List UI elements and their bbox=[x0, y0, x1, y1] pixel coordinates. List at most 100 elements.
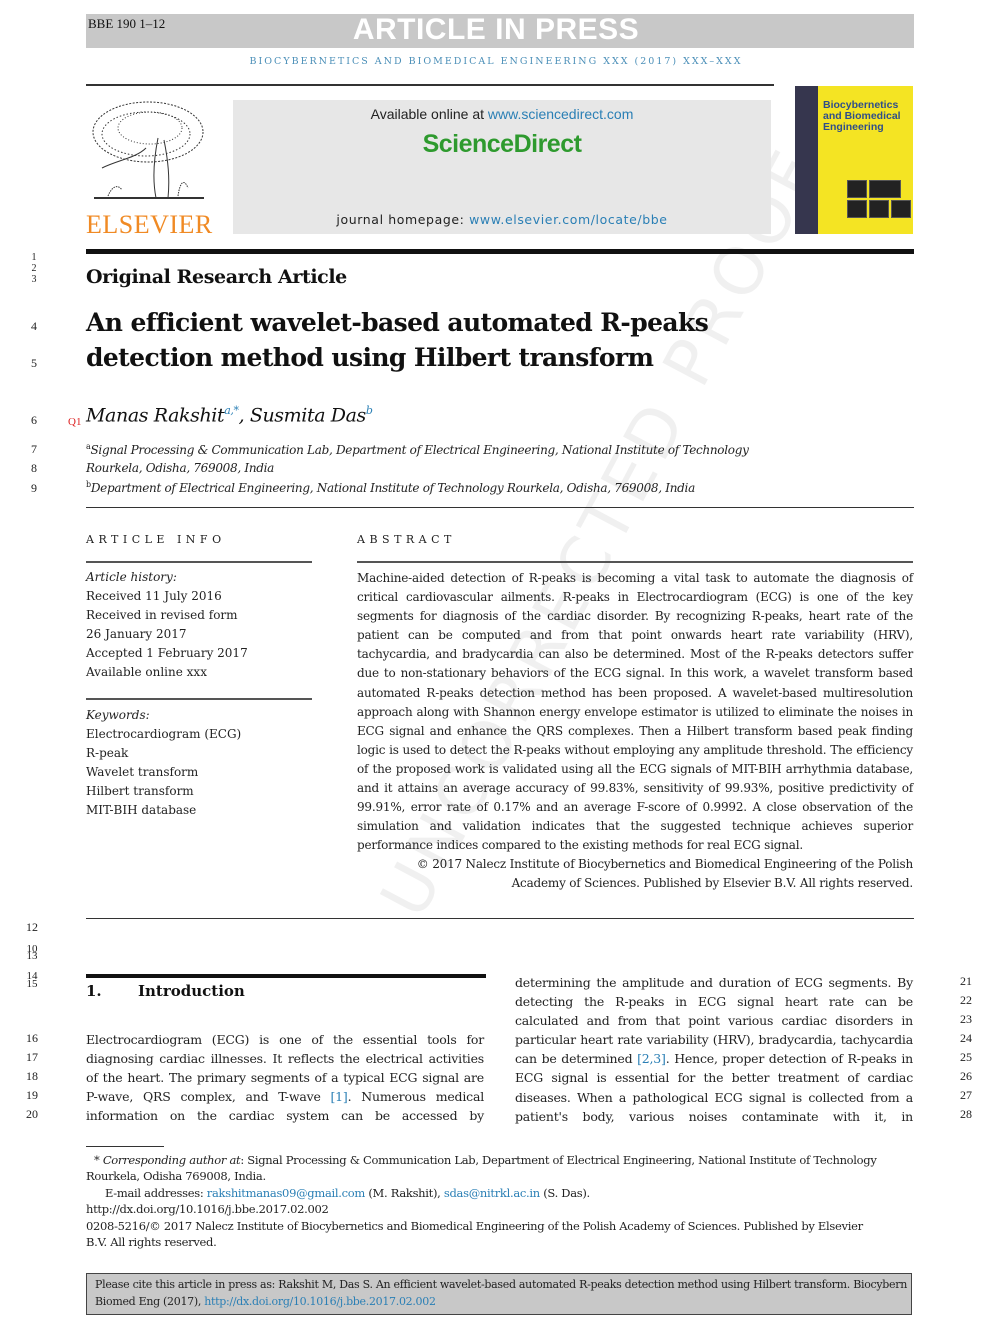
keywords-label: Keywords: bbox=[86, 708, 150, 722]
history-item: Received in revised form bbox=[86, 608, 238, 622]
email-link[interactable]: sdas@nitrkl.ac.in bbox=[444, 1186, 540, 1200]
elsevier-wordmark: ELSEVIER bbox=[86, 210, 213, 239]
author-affiliation-marker[interactable]: b bbox=[366, 404, 373, 417]
line-number: 3 bbox=[31, 274, 37, 285]
article-type: Original Research Article bbox=[86, 266, 347, 288]
history-item: Accepted 1 February 2017 bbox=[86, 646, 248, 660]
corresponding-author-note: * Corresponding author at: Signal Proces… bbox=[94, 1153, 877, 1167]
history-label: Article history: bbox=[86, 570, 177, 584]
divider bbox=[86, 561, 312, 563]
line-number: 22 bbox=[960, 993, 972, 1007]
homepage-link[interactable]: www.elsevier.com/locate/bbe bbox=[469, 212, 668, 227]
sciencedirect-logo[interactable]: ScienceDirect bbox=[233, 130, 771, 159]
author-separator: , bbox=[238, 404, 250, 427]
keyword: Hilbert transform bbox=[86, 784, 194, 798]
reference-link[interactable]: [2,3] bbox=[637, 1051, 666, 1066]
homepage-label: journal homepage: bbox=[336, 212, 470, 227]
line-number: 5 bbox=[31, 356, 37, 370]
section-title: Introduction bbox=[138, 982, 245, 1000]
affiliation-a-cont: Rourkela, Odisha, 769008, India bbox=[86, 461, 275, 475]
divider bbox=[86, 507, 914, 508]
article-title-line: detection method using Hilbert transform bbox=[86, 343, 654, 372]
line-number: 27 bbox=[960, 1088, 972, 1102]
line-number: 26 bbox=[960, 1069, 972, 1083]
journal-homepage: journal homepage: www.elsevier.com/locat… bbox=[233, 212, 771, 227]
intro-right-column: determining the amplitude and duration o… bbox=[515, 973, 913, 1126]
divider bbox=[86, 698, 312, 700]
reference-link[interactable]: [1] bbox=[331, 1089, 348, 1104]
line-number: 28 bbox=[960, 1107, 972, 1121]
sciencedirect-link[interactable]: www.sciencedirect.com bbox=[488, 106, 634, 122]
divider bbox=[86, 918, 914, 919]
line-number: 19 bbox=[26, 1088, 38, 1102]
line-number: 1 bbox=[31, 252, 37, 263]
footnote-label: Corresponding author at bbox=[102, 1153, 241, 1167]
email-addresses: E-mail addresses: rakshitmanas09@gmail.c… bbox=[105, 1186, 590, 1200]
footnote-marker: * bbox=[94, 1153, 100, 1167]
citation-text: Please cite this article in press as: Ra… bbox=[95, 1277, 907, 1310]
copyright-line: © 2017 Nalecz Institute of Biocybernetic… bbox=[416, 857, 913, 871]
line-number: 15 bbox=[26, 978, 38, 990]
line-number: 13 bbox=[26, 950, 38, 962]
line-number: 4 bbox=[31, 319, 37, 333]
email-owner: (S. Das). bbox=[539, 1186, 590, 1200]
line-number: 12 bbox=[26, 920, 38, 934]
keyword: R-peak bbox=[86, 746, 129, 760]
footnote-rule bbox=[86, 1146, 164, 1147]
section-rule bbox=[86, 974, 486, 978]
affiliation-text: Signal Processing & Communication Lab, D… bbox=[90, 443, 749, 457]
line-number: 20 bbox=[26, 1107, 38, 1121]
tree-icon bbox=[92, 101, 204, 199]
line-number: 18 bbox=[26, 1069, 38, 1083]
citation-doi-link[interactable]: http://dx.doi.org/10.1016/j.bbe.2017.02.… bbox=[204, 1295, 436, 1308]
email-link[interactable]: rakshitmanas09@gmail.com bbox=[207, 1186, 366, 1200]
keyword: MIT-BIH database bbox=[86, 803, 197, 817]
author-name[interactable]: Manas Rakshit bbox=[86, 404, 225, 426]
history-item: 26 January 2017 bbox=[86, 627, 187, 641]
abstract-heading: ABSTRACT bbox=[357, 533, 456, 546]
query-marker[interactable]: Q1 bbox=[68, 416, 81, 428]
abstract-body: Machine-aided detection of R-peaks is be… bbox=[357, 571, 913, 853]
keyword: Electrocardiogram (ECG) bbox=[86, 727, 242, 741]
affiliation-text: Department of Electrical Engineering, Na… bbox=[90, 481, 695, 495]
cover-image bbox=[847, 200, 867, 218]
available-label: Available online at bbox=[370, 106, 488, 122]
line-number: 25 bbox=[960, 1050, 972, 1064]
cover-spine bbox=[795, 86, 818, 234]
affiliation-a: aSignal Processing & Communication Lab, … bbox=[86, 442, 749, 457]
cover-image bbox=[869, 200, 889, 218]
email-owner: (M. Rakshit), bbox=[365, 1186, 444, 1200]
article-info-heading: ARTICLE INFO bbox=[86, 533, 226, 546]
affiliation-b: bDepartment of Electrical Engineering, N… bbox=[86, 480, 695, 495]
cover-title-line: Engineering bbox=[823, 121, 884, 133]
cover-image bbox=[891, 200, 911, 218]
history-item: Received 11 July 2016 bbox=[86, 589, 222, 603]
line-number: 23 bbox=[960, 1012, 972, 1026]
banner-title: ARTICLE IN PRESS bbox=[352, 13, 640, 46]
cover-title: Biocybernetics and Biomedical Engineerin… bbox=[823, 100, 913, 133]
journal-cover-thumbnail[interactable]: Biocybernetics and Biomedical Engineerin… bbox=[795, 86, 913, 234]
line-number: 7 bbox=[31, 442, 37, 456]
line-number: 6 bbox=[31, 413, 37, 427]
divider bbox=[86, 249, 914, 254]
available-online: Available online at www.sciencedirect.co… bbox=[233, 106, 771, 122]
divider bbox=[357, 561, 913, 563]
citation-box: Please cite this article in press as: Ra… bbox=[86, 1273, 912, 1315]
issn-line: 0208-5216/© 2017 Nalecz Institute of Bio… bbox=[86, 1219, 863, 1233]
doi-link[interactable]: http://dx.doi.org/10.1016/j.bbe.2017.02.… bbox=[86, 1202, 329, 1216]
abstract-copyright: © 2017 Nalecz Institute of Biocybernetic… bbox=[357, 855, 913, 893]
intro-left-column: Electrocardiogram (ECG) is one of the es… bbox=[86, 1030, 484, 1125]
copyright-line: Academy of Sciences. Published by Elsevi… bbox=[511, 876, 914, 891]
issn-line: B.V. All rights reserved. bbox=[86, 1235, 217, 1249]
running-head: BIOCYBERNETICS AND BIOMEDICAL ENGINEERIN… bbox=[249, 56, 743, 67]
line-number: 16 bbox=[26, 1031, 38, 1045]
line-number: 17 bbox=[26, 1050, 38, 1064]
sciencedirect-banner: Available online at www.sciencedirect.co… bbox=[233, 100, 771, 234]
author-name[interactable]: Susmita Das bbox=[250, 404, 366, 426]
cover-image bbox=[847, 180, 867, 198]
elsevier-logo[interactable]: ELSEVIER bbox=[86, 98, 213, 239]
author-affiliation-marker[interactable]: a,* bbox=[224, 404, 239, 417]
line-number: 2 bbox=[31, 263, 37, 274]
line-number: 9 bbox=[31, 481, 37, 495]
line-number: 21 bbox=[960, 974, 972, 988]
